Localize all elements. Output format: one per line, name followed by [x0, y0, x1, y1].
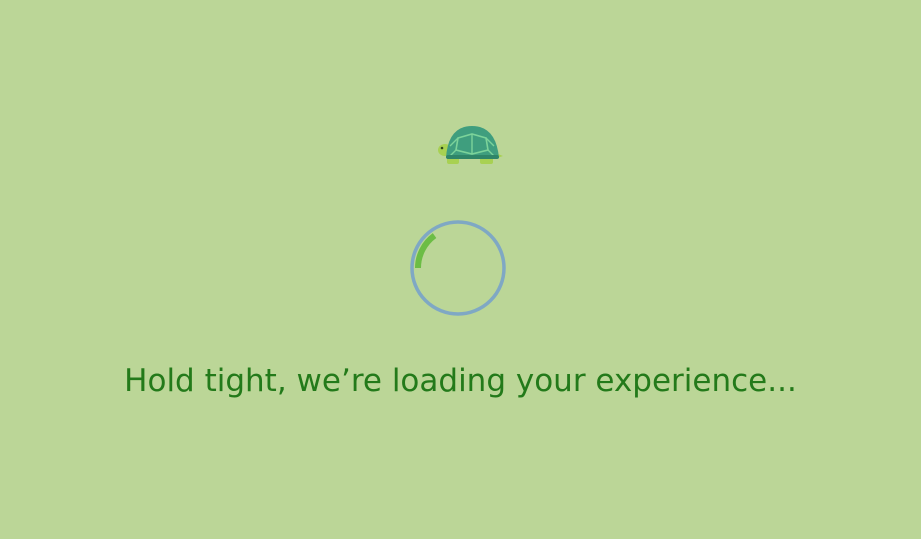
turtle-icon	[438, 126, 503, 164]
loading-screen: { "loading": { "icon": "turtle-icon", "m…	[0, 0, 921, 539]
spinner-track	[410, 220, 506, 316]
spinner-progress-arc	[415, 225, 501, 311]
loading-message: Hold tight, we’re loading your experienc…	[124, 363, 797, 399]
loading-spinner	[410, 220, 506, 316]
